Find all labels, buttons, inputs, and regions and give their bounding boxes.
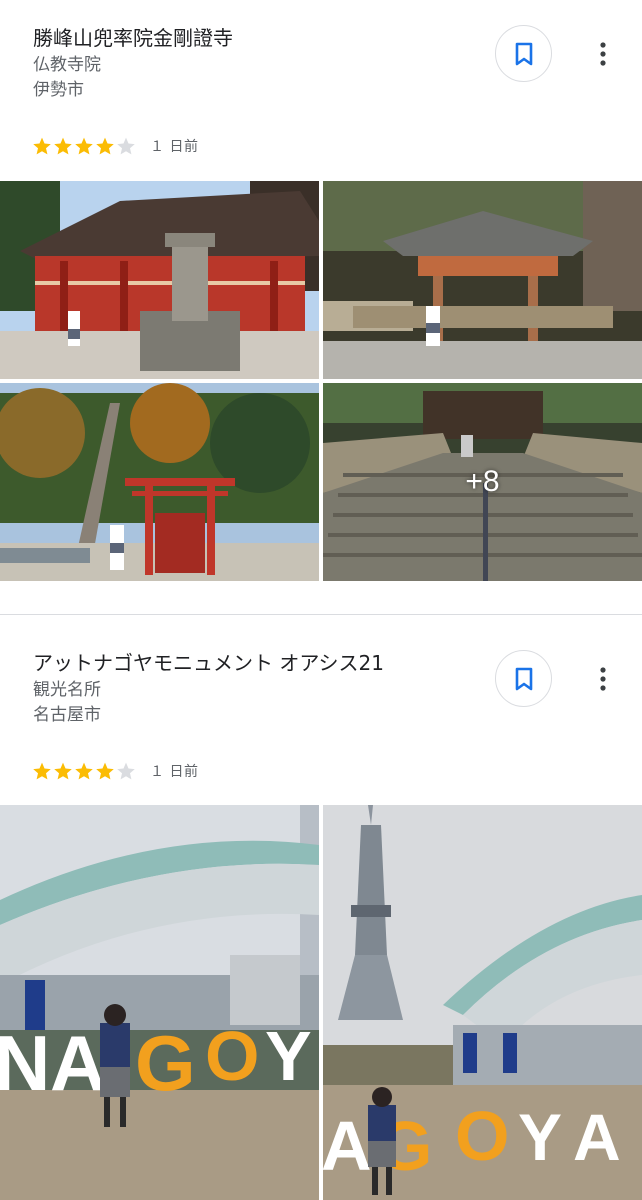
svg-text:A: A <box>50 1019 106 1107</box>
place-city: 伊勢市 <box>33 80 84 100</box>
svg-text:A: A <box>573 1100 621 1174</box>
star-icon <box>75 137 93 155</box>
place-category: 仏教寺院 <box>33 55 101 75</box>
star-icon <box>33 762 51 780</box>
place-city: 名古屋市 <box>33 705 101 725</box>
photo-temple-hall[interactable] <box>0 181 319 379</box>
star-icon <box>117 137 135 155</box>
save-button[interactable] <box>495 650 552 707</box>
rating-row: １ 日前 <box>32 759 198 783</box>
star-icon <box>96 137 114 155</box>
photo-tv-tower[interactable]: A G O Y A <box>323 805 642 1200</box>
more-vert-icon <box>600 42 606 66</box>
photo-grid: +8 <box>0 181 642 581</box>
svg-text:G: G <box>135 1019 196 1107</box>
place-card[interactable]: 勝峰山兜率院金剛證寺 仏教寺院 伊勢市 １ 日前 +8 <box>0 0 642 614</box>
photo-shrine-building[interactable] <box>323 181 642 379</box>
more-vert-icon <box>600 667 606 691</box>
review-time: １ 日前 <box>150 764 199 780</box>
more-options-button[interactable] <box>588 34 618 74</box>
svg-text:Y: Y <box>265 1017 312 1095</box>
bookmark-icon <box>515 42 532 65</box>
svg-text:A: A <box>323 1107 372 1185</box>
star-rating <box>32 761 136 781</box>
photo-oasis21-sign[interactable]: N A G O Y <box>0 805 319 1200</box>
rating-row: １ 日前 <box>32 134 198 158</box>
star-icon <box>75 762 93 780</box>
more-photos-count[interactable]: +8 <box>323 383 642 581</box>
photo-grid: N A G O Y A G O Y A <box>0 805 642 1200</box>
photo-red-torii[interactable] <box>0 383 319 581</box>
star-icon <box>54 137 72 155</box>
photo-stone-stairs[interactable]: +8 <box>323 383 642 581</box>
star-icon <box>96 762 114 780</box>
place-title[interactable]: 勝峰山兜率院金剛證寺 <box>33 24 233 52</box>
place-title[interactable]: アットナゴヤモニュメント オアシス21 <box>33 649 384 677</box>
svg-text:O: O <box>205 1017 259 1095</box>
place-category: 観光名所 <box>33 680 101 700</box>
star-icon <box>117 762 135 780</box>
star-icon <box>33 137 51 155</box>
star-rating <box>32 136 136 156</box>
star-icon <box>54 762 72 780</box>
review-time: １ 日前 <box>150 139 199 155</box>
more-options-button[interactable] <box>588 659 618 699</box>
bookmark-icon <box>515 667 532 690</box>
svg-text:Y: Y <box>518 1100 562 1174</box>
place-card[interactable]: アットナゴヤモニュメント オアシス21 観光名所 名古屋市 １ 日前 N A G… <box>0 615 642 1200</box>
svg-text:N: N <box>0 1019 50 1107</box>
save-button[interactable] <box>495 25 552 82</box>
svg-text:O: O <box>455 1097 509 1175</box>
